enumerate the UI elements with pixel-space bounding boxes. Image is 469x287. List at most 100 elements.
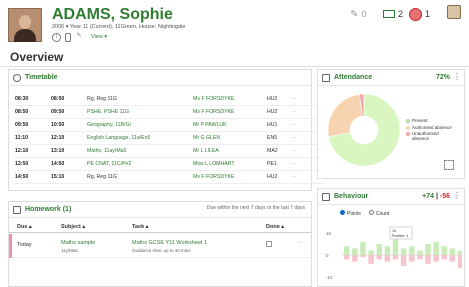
more-icon[interactable]: ··· [291, 171, 296, 184]
table-row[interactable]: 11:10 12:10 English Language, 11a/En5 Mr G … [15, 132, 325, 145]
negative-bar [433, 255, 439, 262]
points-radio[interactable]: Points [340, 210, 361, 217]
table-row[interactable]: 13:50 14:50 PE CNAT, 11C/Pe2 Miss L LOMHART… [15, 158, 325, 171]
column-header[interactable]: Due ▴ [17, 224, 32, 230]
timetable-room: EN5 [267, 135, 278, 141]
timetable-end: 10:50 [51, 122, 65, 128]
messages-badge[interactable]: 2 [383, 6, 403, 22]
alerts-badge[interactable]: 1 [409, 6, 430, 22]
homework-subject[interactable]: Maths sample [61, 240, 95, 246]
timetable-room: HU2 [267, 174, 278, 180]
table-row[interactable]: 14:50 15:10 Rg, Reg 11G Ms F FORSDYKE HU2 ··· [15, 171, 325, 184]
negative-bar [344, 255, 350, 260]
student-header: ADAMS, Sophie 2006 ▾ Year 11 (Current), … [0, 0, 469, 46]
more-icon[interactable]: ⋮ [453, 191, 461, 200]
legend-authorised: Authorised absence [406, 124, 466, 131]
clock-icon [13, 74, 21, 82]
divider [0, 66, 469, 67]
behaviour-panel: Behaviour +74 | -56 ⋮ Points Count 10 0 -1… [317, 188, 465, 287]
clock-icon [409, 7, 422, 21]
more-icon[interactable]: ··· [296, 239, 303, 246]
more-icon[interactable]: ··· [291, 145, 296, 158]
timetable-subject[interactable]: PSHE, PSHE 11G [87, 106, 129, 119]
timetable-subject[interactable]: Rg, Reg 11G [87, 93, 117, 106]
envelope-icon [383, 10, 395, 18]
y-tick: 10 [326, 231, 332, 236]
positive-bar [384, 246, 391, 255]
negative-bar [352, 255, 358, 262]
column-header[interactable]: Done ▴ [266, 224, 284, 230]
expand-icon[interactable] [444, 160, 454, 170]
positive-bar [368, 250, 374, 255]
table-row[interactable]: 12:10 13:10 Maths, 11ay/Ma5 Mr L LILEA MA2 ··… [15, 145, 325, 158]
report-icon[interactable] [447, 5, 461, 19]
table-row[interactable]: 08:50 09:50 PSHE, PSHE 11G Ms F FORSDYKE HU2… [15, 106, 325, 119]
done-checkbox[interactable] [266, 241, 272, 247]
negative-bar [457, 255, 462, 269]
timetable-room: HU2 [267, 96, 278, 102]
attendance-title: Attendance [334, 74, 373, 81]
tooltip-value: Positive: 4 [392, 234, 408, 238]
negative-bar [368, 255, 374, 264]
positive-bar [433, 241, 439, 255]
positive-bar [392, 239, 399, 255]
clipboard-icon [13, 206, 21, 214]
edit-badge[interactable]: ✎ 0 [350, 6, 366, 22]
pencil-icon: ✎ [350, 8, 359, 20]
timetable-end: 08:50 [51, 96, 65, 102]
attendance-panel: Attendance 72% ⋮ Present Authorised abse… [317, 69, 465, 179]
view-dropdown[interactable]: View ▾ [91, 34, 107, 40]
positive-bar [441, 246, 447, 255]
table-row[interactable]: 08:30 08:50 Rg, Reg 11G Ms F FORSDYKE HU2 ··· [15, 93, 325, 106]
more-icon[interactable]: ··· [291, 93, 296, 106]
negative-bar [376, 255, 382, 260]
student-actions: i ✎ View ▾ [52, 32, 107, 42]
more-icon[interactable]: ⋮ [453, 72, 461, 81]
timetable-subject[interactable]: Rg, Reg 11G [87, 171, 117, 184]
timetable-subject[interactable]: English Language, 11a/En5 [87, 132, 150, 145]
negative-bar [449, 255, 456, 262]
more-icon[interactable]: ··· [291, 158, 296, 171]
info-icon[interactable]: i [52, 32, 61, 42]
table-row[interactable]: 09:50 10:50 Geography, 11B/Gr Mr P PAWLUK HU… [15, 119, 325, 132]
timetable-start: 12:10 [15, 148, 29, 154]
negative-bar [384, 255, 391, 262]
negative-bar [409, 255, 415, 262]
timetable-teacher: Mr P PAWLUK [193, 122, 227, 128]
column-header[interactable]: Task ▴ [132, 224, 148, 230]
table-row[interactable]: Today Maths sample 11y/Ma5 Maths GCSE Y1… [9, 234, 311, 258]
timetable-start: 08:30 [15, 96, 29, 102]
negative-bar [425, 255, 431, 264]
legend-unauthorised: Unauthorised absence [406, 131, 466, 143]
page-title: Overview [10, 50, 64, 64]
positive-bar [457, 250, 462, 255]
more-icon[interactable]: ··· [291, 106, 296, 119]
phone-icon[interactable] [65, 32, 71, 42]
timetable-header: Timetable [9, 70, 311, 86]
positive-bar [417, 250, 423, 255]
people-icon [322, 74, 330, 82]
positive-bar [352, 248, 358, 255]
timetable-subject[interactable]: PE CNAT, 11C/Pe2 [87, 158, 131, 171]
more-icon[interactable]: ··· [291, 132, 296, 145]
y-tick: 0 [326, 253, 329, 258]
positive-bar [400, 248, 407, 255]
homework-task[interactable]: Maths GCSE Y11 Worksheet 1 [132, 240, 207, 246]
timetable-title: Timetable [25, 74, 58, 81]
column-header[interactable]: Subject ▴ [61, 224, 85, 230]
negative-bar [400, 255, 407, 266]
more-icon[interactable]: ··· [291, 119, 296, 132]
pie-slice-authorised-absence [327, 93, 363, 138]
count-radio[interactable]: Count [368, 210, 389, 217]
timetable-start: 09:50 [15, 122, 29, 128]
homework-panel: Homework (1) Due within the next 7 days … [8, 201, 312, 287]
timetable-subject[interactable]: Geography, 11B/Gr [87, 119, 131, 132]
timetable-subject[interactable]: Maths, 11ay/Ma5 [87, 145, 126, 158]
positive-bar [409, 246, 415, 255]
positive-bar [344, 246, 350, 255]
negative-bar [417, 255, 423, 260]
edit-icon[interactable]: ✎ [75, 33, 83, 42]
timetable-teacher: Mr L LILEA [193, 148, 219, 154]
timetable-room: PE1 [267, 161, 277, 167]
timetable-end: 09:50 [51, 109, 65, 115]
